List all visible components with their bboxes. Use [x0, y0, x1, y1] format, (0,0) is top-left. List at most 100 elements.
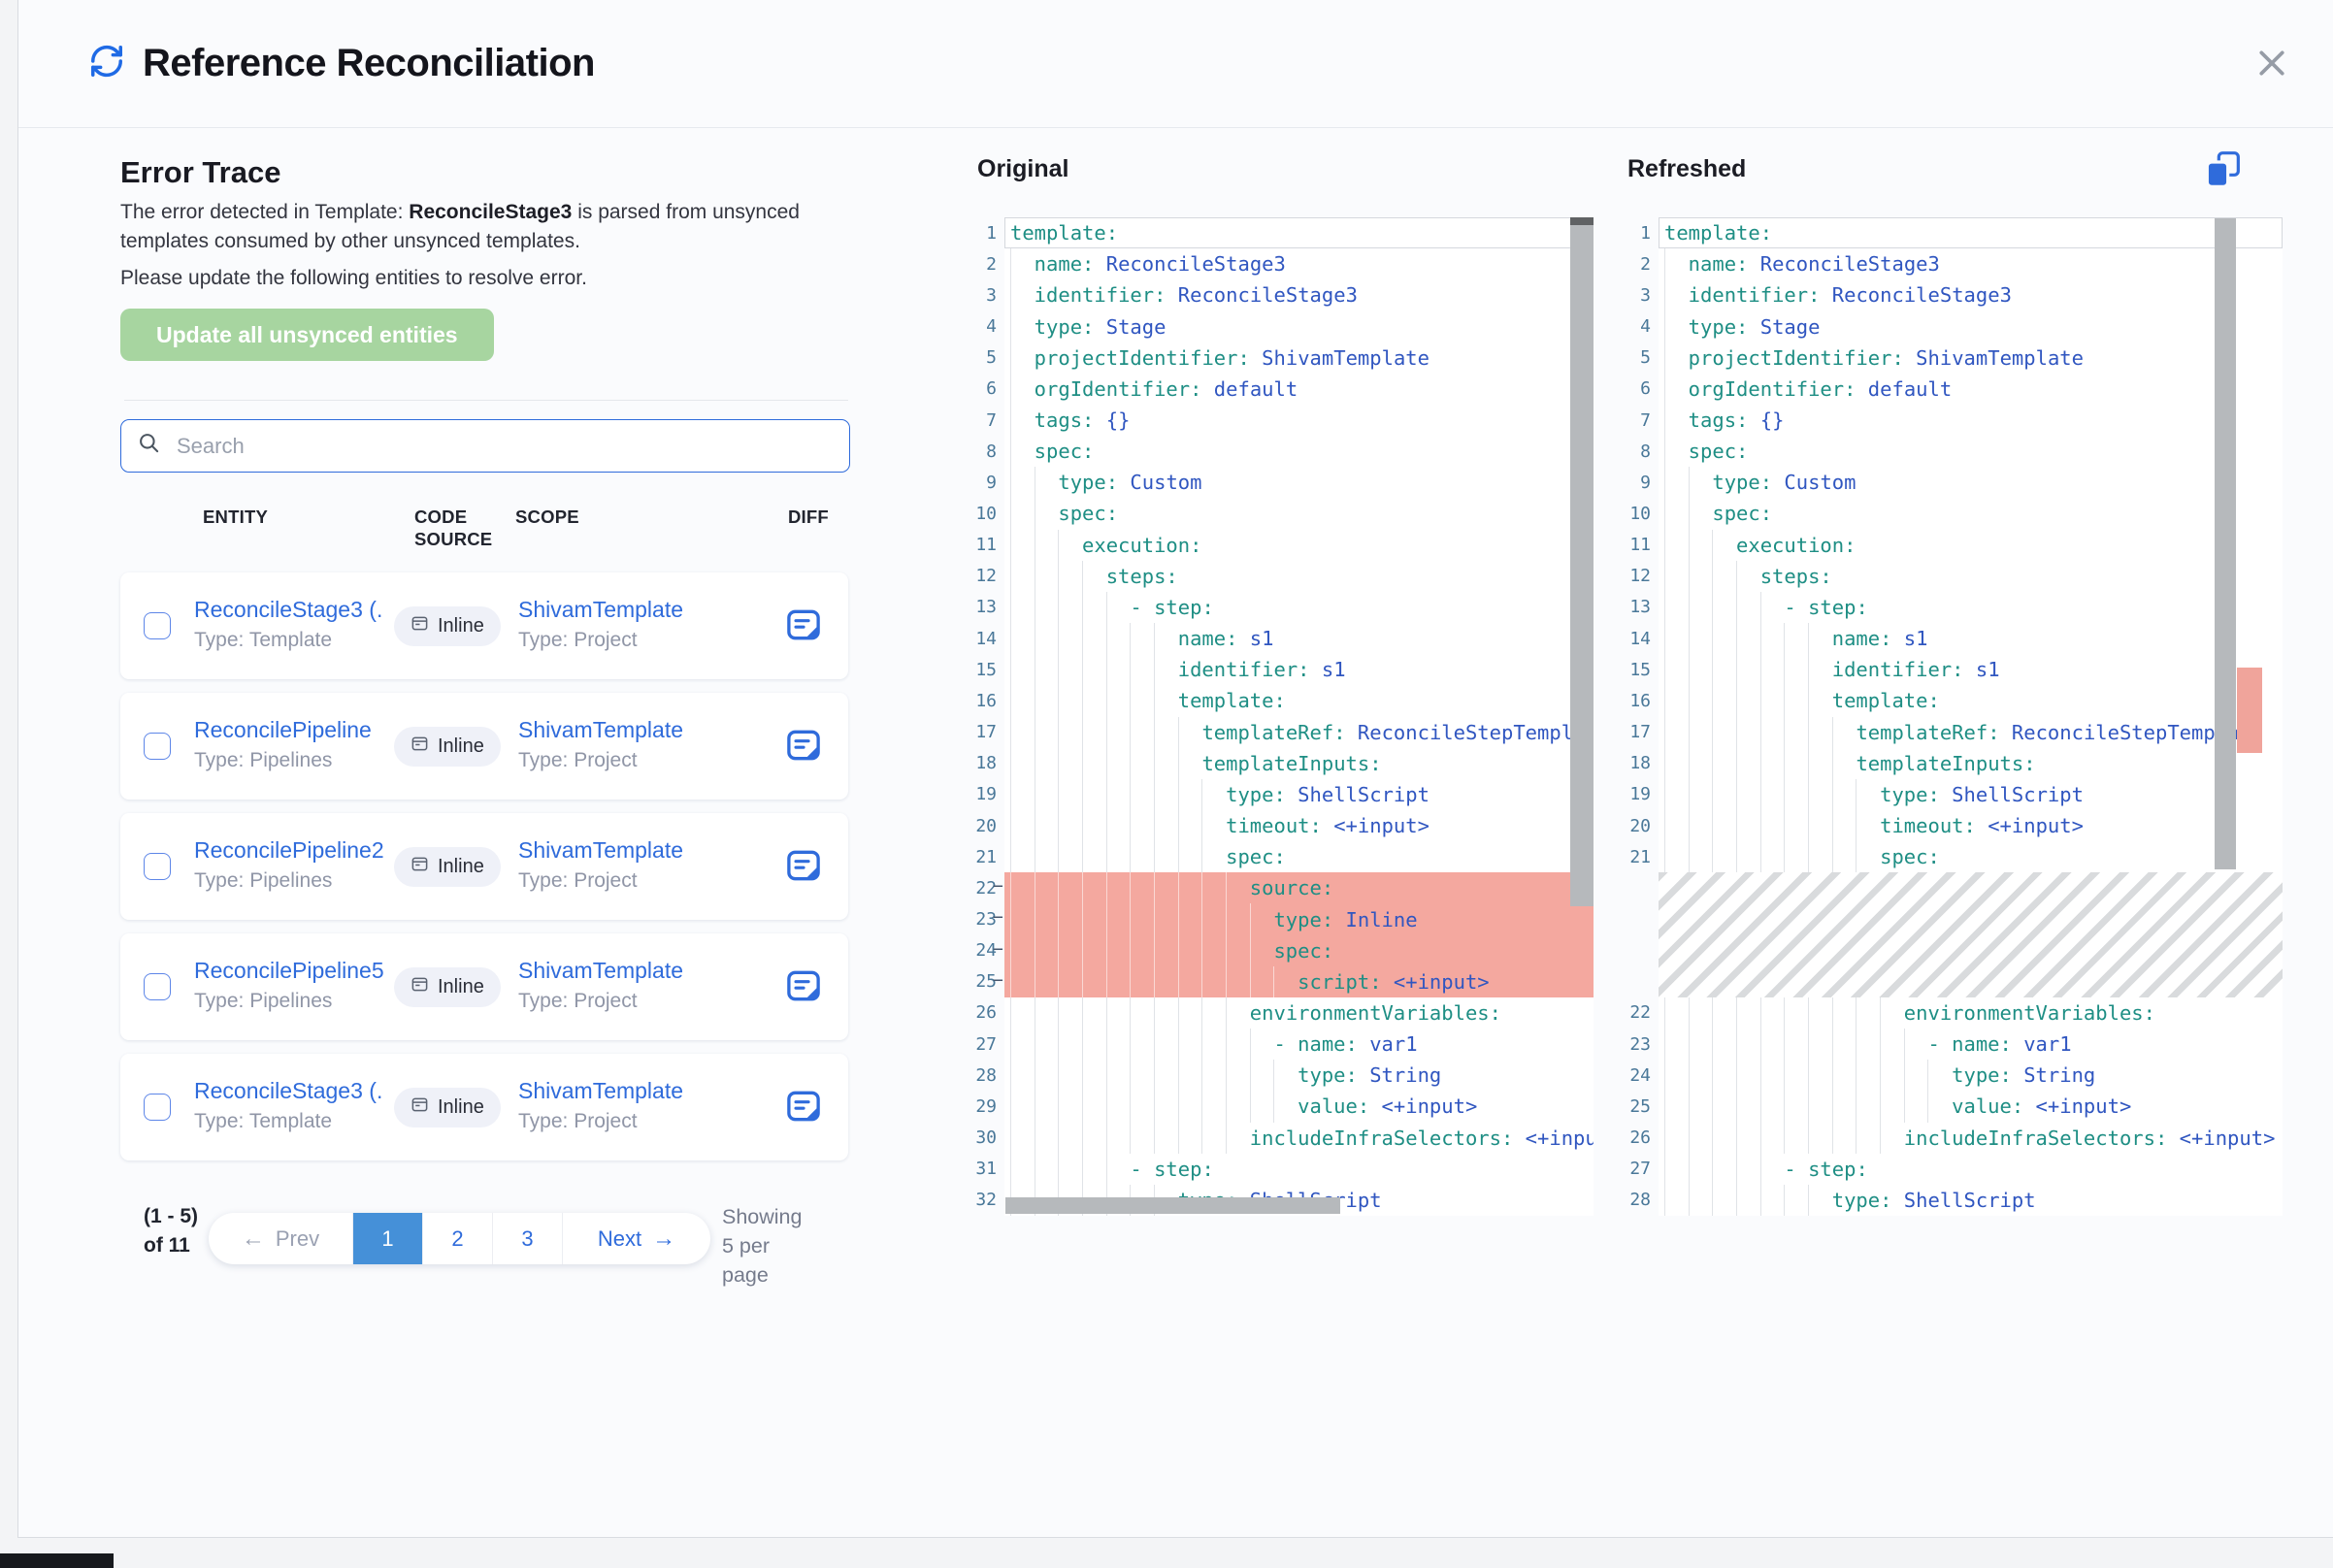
vertical-scrollbar[interactable] — [1570, 217, 1594, 906]
yaml-key: value: — [1952, 1094, 2023, 1118]
code-line: 6orgIdentifier: default — [1605, 374, 2283, 405]
entity-link[interactable]: ReconcilePipeline2 — [194, 837, 384, 864]
yaml-key: type: — [1226, 783, 1286, 806]
removed-line-marker — [1651, 748, 1659, 779]
copy-icon[interactable] — [2204, 149, 2243, 190]
yaml-value: default — [1201, 377, 1298, 401]
original-code-panel: 1template:2name: ReconcileStage33identif… — [951, 217, 1594, 1216]
removed-line-marker — [997, 1185, 1004, 1216]
diff-icon[interactable] — [786, 1090, 823, 1125]
update-all-button[interactable]: Update all unsynced entities — [120, 309, 494, 361]
row-checkbox[interactable] — [144, 973, 171, 1000]
yaml-key: identifier: — [1832, 658, 1964, 681]
original-panel-title: Original — [977, 155, 1068, 183]
entity-cell: ReconcilePipeline5Type: Pipelines — [194, 958, 384, 1013]
yaml-value: ReconcileStage3 — [1094, 252, 1285, 276]
entity-link[interactable]: ReconcileStage3 (... — [194, 597, 384, 623]
refreshed-panel-title: Refreshed — [1627, 155, 1746, 183]
code-line: 3identifier: ReconcileStage3 — [1605, 279, 2283, 310]
line-number: 16 — [951, 691, 997, 711]
line-number: 30 — [951, 1127, 997, 1148]
line-number: 29 — [951, 1096, 997, 1117]
scope-type-label: Type: Project — [518, 629, 683, 652]
row-checkbox[interactable] — [144, 1094, 171, 1121]
close-icon[interactable] — [2250, 41, 2294, 85]
line-number: 23 — [1605, 1034, 1651, 1055]
code-line: 13- step: — [1605, 592, 2283, 623]
vertical-scrollbar[interactable] — [2215, 218, 2236, 869]
code-line: 9type: Custom — [951, 467, 1594, 498]
removed-line-marker — [997, 810, 1004, 841]
yaml-value: var1 — [2012, 1032, 2072, 1056]
yaml-value: ReconcileStepTemplate — [1346, 721, 1594, 744]
pagination-page-size: Showing 5 per page — [722, 1202, 815, 1290]
code-line: 1template: — [1605, 217, 2283, 248]
entity-link[interactable]: ReconcilePipeline5 — [194, 958, 384, 984]
page-button-3[interactable]: 3 — [492, 1213, 562, 1264]
removed-line-marker — [997, 592, 1004, 623]
diff-icon[interactable] — [786, 969, 823, 1004]
yaml-key: spec: — [1035, 440, 1095, 463]
line-number: 14 — [951, 629, 997, 649]
code-line: 24spec: — [951, 935, 1594, 966]
yaml-key: spec: — [1880, 845, 1940, 868]
scope-link[interactable]: ShivamTemplate — [518, 1078, 683, 1104]
yaml-key: name: — [1035, 252, 1095, 276]
scope-type-label: Type: Project — [518, 749, 683, 772]
yaml-value: <+input> — [1322, 814, 1429, 837]
line-number: 13 — [1605, 597, 1651, 617]
yaml-value: <+input> — [2023, 1094, 2131, 1118]
diff-icon[interactable] — [786, 849, 823, 884]
yaml-key: type: — [1952, 1063, 2012, 1087]
code-source-badge: Inline — [394, 606, 501, 646]
removed-line-marker — [997, 374, 1004, 405]
yaml-key: projectIdentifier: — [1035, 346, 1250, 370]
entity-link[interactable]: ReconcileStage3 (... — [194, 1078, 384, 1104]
diff-overview-mark — [2237, 668, 2262, 753]
line-number: 5 — [951, 347, 997, 368]
line-number: 26 — [1605, 1127, 1651, 1148]
row-checkbox[interactable] — [144, 853, 171, 880]
code-line: 20timeout: <+input> — [1605, 810, 2283, 841]
next-page-button[interactable]: Next → — [562, 1213, 710, 1264]
scope-link[interactable]: ShivamTemplate — [518, 597, 683, 623]
column-code-source: CODE SOURCE — [414, 506, 504, 550]
scope-link[interactable]: ShivamTemplate — [518, 717, 683, 743]
inline-source-icon — [411, 855, 429, 879]
row-checkbox[interactable] — [144, 612, 171, 639]
removed-line-marker — [1651, 1185, 1659, 1216]
code-line: 9type: Custom — [1605, 467, 2283, 498]
line-number: 25 — [1605, 1096, 1651, 1117]
removed-line-marker — [997, 623, 1004, 654]
column-entity: ENTITY — [203, 506, 268, 528]
yaml-key: projectIdentifier: — [1689, 346, 1904, 370]
removed-line-marker — [1651, 217, 1659, 248]
removed-line-marker — [997, 966, 1004, 997]
code-line: 5projectIdentifier: ShivamTemplate — [1605, 343, 2283, 374]
yaml-key: identifier: — [1178, 658, 1310, 681]
yaml-value: Stage — [1094, 315, 1166, 339]
diff-icon[interactable] — [786, 729, 823, 764]
line-number: 15 — [1605, 660, 1651, 680]
code-line: 22source: — [951, 872, 1594, 903]
prev-page-button[interactable]: ← Prev — [209, 1213, 352, 1264]
line-number: 22 — [951, 878, 997, 898]
page-button-1[interactable]: 1 — [352, 1213, 422, 1264]
code-line: 7tags: {} — [951, 405, 1594, 436]
horizontal-scrollbar[interactable] — [1005, 1197, 1340, 1214]
error-instruction: Please update the following entities to … — [120, 264, 800, 293]
page-button-2[interactable]: 2 — [422, 1213, 492, 1264]
code-line: 19type: ShellScript — [951, 779, 1594, 810]
row-checkbox[interactable] — [144, 733, 171, 760]
scope-link[interactable]: ShivamTemplate — [518, 837, 683, 864]
line-number: 8 — [1605, 441, 1651, 462]
search-input[interactable] — [175, 433, 834, 460]
removed-line-marker — [1651, 343, 1659, 374]
scope-link[interactable]: ShivamTemplate — [518, 958, 683, 984]
entity-link[interactable]: ReconcilePipeline — [194, 717, 372, 743]
diff-icon[interactable] — [786, 608, 823, 643]
line-number: 15 — [951, 660, 997, 680]
yaml-key: value: — [1298, 1094, 1369, 1118]
yaml-value: Inline — [1333, 908, 1417, 931]
yaml-key: spec: — [1273, 939, 1333, 963]
